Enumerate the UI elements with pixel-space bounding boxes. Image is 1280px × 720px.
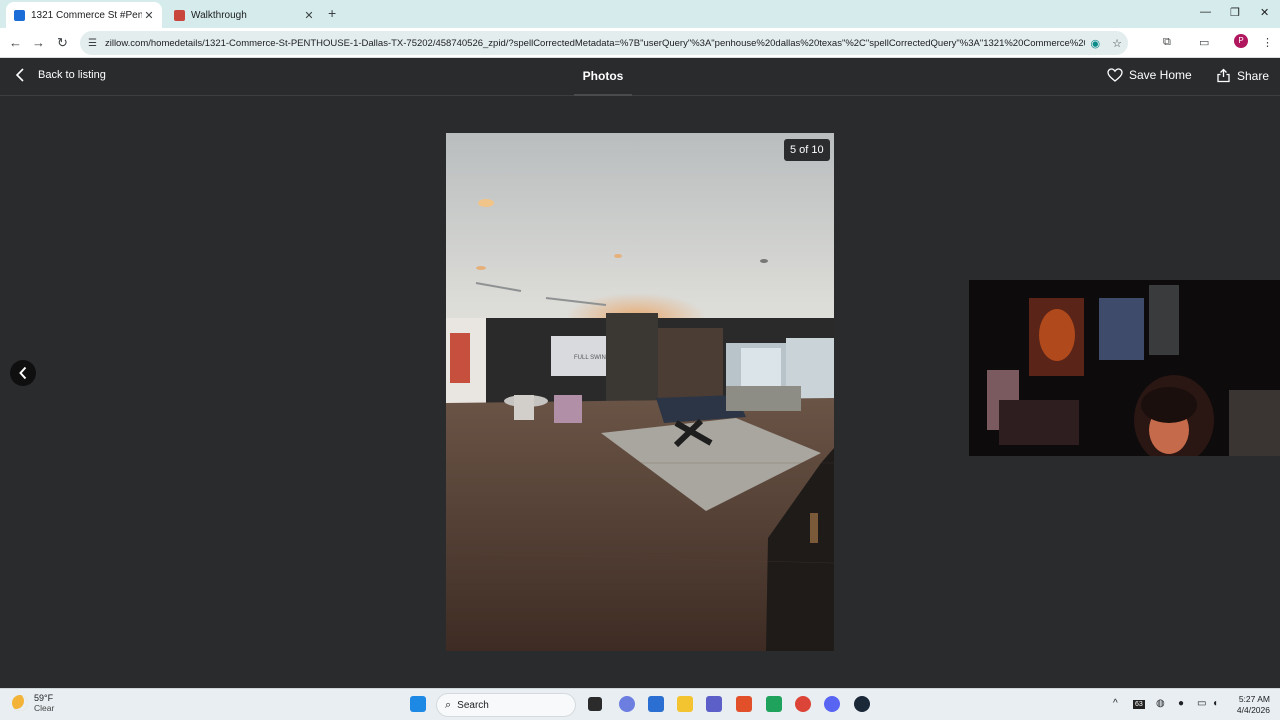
discord-icon[interactable]: [824, 696, 840, 712]
taskbar-search[interactable]: ⌕ Search: [436, 693, 576, 717]
volume-icon[interactable]: ◖: [1212, 698, 1218, 709]
listing-photo[interactable]: FULL SWING: [446, 133, 834, 651]
tab-walkthrough[interactable]: Walkthrough ✕: [166, 2, 322, 28]
new-tab-icon[interactable]: +: [328, 5, 336, 21]
url-text: zillow.com/homedetails/1321-Commerce-St-…: [104, 37, 1085, 49]
reload-icon[interactable]: ↻: [57, 35, 68, 51]
network-icon[interactable]: ◍: [1156, 698, 1165, 709]
search-icon: ⌕: [445, 698, 452, 711]
teams-icon[interactable]: [706, 696, 722, 712]
save-home-button[interactable]: Save Home: [1107, 68, 1192, 82]
bookmark-star-icon[interactable]: ☆: [1112, 37, 1122, 50]
profile-avatar[interactable]: P: [1234, 34, 1248, 48]
previous-photo-button[interactable]: [10, 360, 36, 386]
steam-icon[interactable]: [854, 696, 870, 712]
browser-tab-strip: 1321 Commerce St #Penthouse ✕ Walkthroug…: [0, 0, 1280, 28]
tab-search-icon[interactable]: ▭: [1199, 36, 1209, 49]
back-to-listing-label: Back to listing: [38, 69, 106, 81]
zillow-favicon-icon: [14, 9, 25, 21]
walkthrough-favicon-icon: [174, 9, 185, 21]
photo-counter-badge: 5 of 10: [784, 139, 830, 161]
tv-screen-text: FULL SWING: [574, 355, 611, 361]
webcam-feed-image: [969, 280, 1280, 456]
brave-icon[interactable]: [736, 696, 752, 712]
search-placeholder: Search: [457, 699, 489, 711]
extensions-icon[interactable]: ⧉: [1163, 36, 1171, 49]
browser-toolbar: ← → ↻ ☰ zillow.com/homedetails/1321-Comm…: [0, 28, 1280, 58]
app-icon[interactable]: [766, 696, 782, 712]
microphone-icon[interactable]: ●: [1178, 698, 1184, 709]
task-view-icon[interactable]: [588, 697, 602, 711]
chevron-left-icon: [19, 366, 27, 380]
restore-icon[interactable]: ❐: [1230, 6, 1240, 19]
webcam-overlay: [969, 280, 1280, 456]
windows-taskbar: 59°F Clear ⌕ Search ^ 63 ◍ ● ▭ ◖ 5:27 AM…: [0, 688, 1280, 720]
menu-dots-icon[interactable]: ⋮: [1262, 36, 1273, 49]
display-icon[interactable]: ▭: [1197, 698, 1206, 709]
save-home-label: Save Home: [1129, 68, 1192, 82]
windows-start-icon[interactable]: [410, 696, 426, 712]
weather-condition: Clear: [34, 703, 55, 713]
clock-date: 4/4/2026: [1236, 705, 1270, 715]
chrome-icon[interactable]: [795, 696, 811, 712]
forward-arrow-icon[interactable]: →: [32, 35, 45, 50]
file-explorer-icon[interactable]: [677, 696, 693, 712]
moon-icon: [12, 695, 28, 711]
share-label: Share: [1237, 68, 1270, 83]
tab-title: Walkthrough: [191, 9, 247, 21]
clock-time: 5:27 AM: [1238, 694, 1270, 704]
back-arrow-icon[interactable]: ←: [9, 35, 22, 50]
interior-photo-image: FULL SWING: [446, 133, 834, 651]
store-icon[interactable]: [648, 696, 664, 712]
address-bar[interactable]: ☰ zillow.com/homedetails/1321-Commerce-S…: [80, 31, 1128, 55]
site-info-icon[interactable]: ☰: [88, 38, 97, 49]
photos-header: Back to listing Photos Save Home Share: [0, 58, 1280, 96]
weather-temp: 59°F: [34, 693, 54, 703]
lens-icon[interactable]: ◉: [1091, 37, 1101, 50]
close-tab-icon[interactable]: ✕: [302, 9, 316, 22]
minimize-icon[interactable]: —: [1200, 6, 1211, 18]
share-button[interactable]: Share: [1216, 68, 1269, 83]
close-tab-icon[interactable]: ✕: [142, 9, 156, 22]
photos-tab[interactable]: Photos: [574, 58, 632, 96]
weather-widget[interactable]: 59°F Clear: [12, 693, 54, 713]
close-window-icon[interactable]: ✕: [1260, 6, 1269, 19]
back-to-listing-link[interactable]: Back to listing: [14, 68, 106, 82]
copilot-icon[interactable]: [619, 696, 635, 712]
system-clock[interactable]: 5:27 AM 4/4/2026: [1228, 694, 1270, 716]
tab-title: 1321 Commerce St #Penthouse: [31, 9, 142, 21]
tray-chevron-up-icon[interactable]: ^: [1113, 698, 1118, 709]
chevron-left-icon: [15, 68, 24, 82]
share-icon: [1217, 68, 1230, 83]
tab-listing[interactable]: 1321 Commerce St #Penthouse ✕: [6, 2, 162, 28]
heart-icon: [1107, 68, 1123, 82]
tray-badge[interactable]: 63: [1133, 700, 1145, 709]
